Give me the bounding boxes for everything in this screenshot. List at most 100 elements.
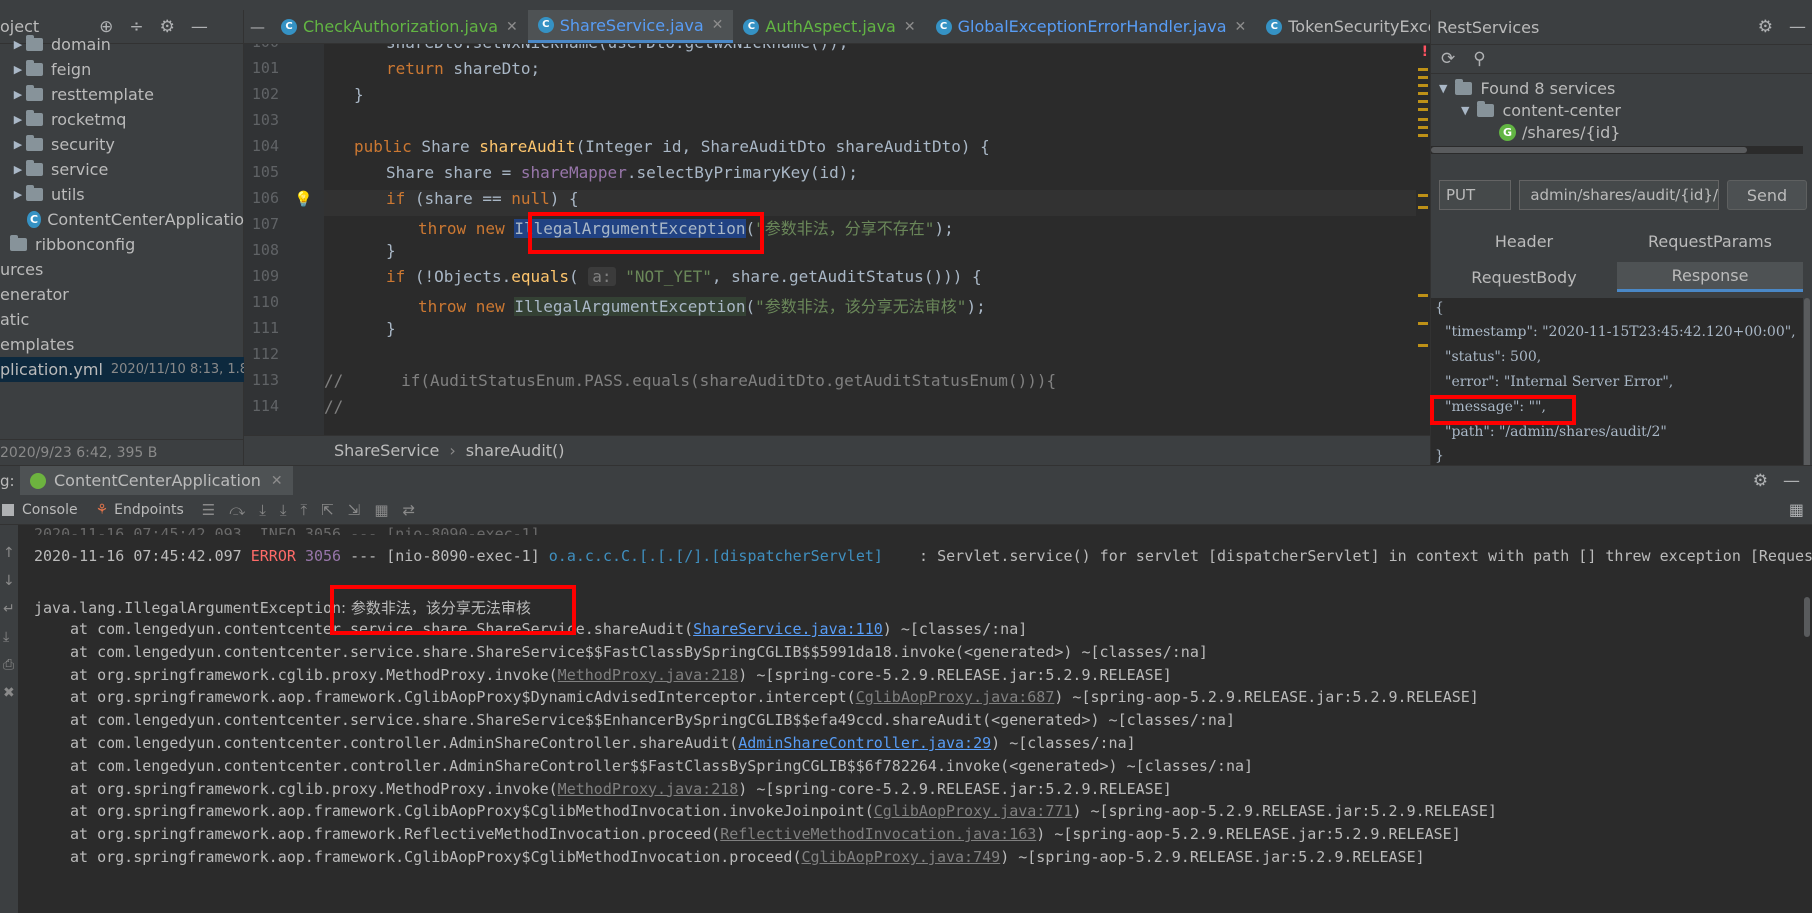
stripe-marker[interactable] bbox=[1418, 100, 1428, 103]
tab-tokensecurityexception[interactable]: CTokenSecurityException.java✕ bbox=[1256, 10, 1430, 43]
stripe-marker[interactable] bbox=[1418, 206, 1428, 209]
scroll-down-icon[interactable]: ⤓ bbox=[259, 501, 266, 519]
search-icon[interactable]: ⚲ bbox=[1473, 49, 1485, 69]
chevron-right-icon[interactable]: ▶ bbox=[10, 163, 26, 176]
source-link[interactable]: CglibAopProxy.java:687 bbox=[856, 688, 1055, 706]
url-input[interactable]: /admin/shares/audit/{id} bbox=[1519, 180, 1719, 210]
run-config-tab[interactable]: ContentCenterApplication ✕ bbox=[20, 465, 293, 496]
refresh-icon[interactable]: ⟳ bbox=[1441, 49, 1455, 69]
stripe-marker[interactable] bbox=[1418, 68, 1428, 71]
upload-icon[interactable]: ⤒ bbox=[301, 501, 308, 519]
stripe-marker[interactable] bbox=[1418, 108, 1428, 111]
print-icon[interactable]: ⎙ bbox=[3, 657, 14, 673]
source-link[interactable]: AdminShareController.java:29 bbox=[738, 734, 991, 752]
endpoints-tab[interactable]: ⚘ Endpoints bbox=[96, 502, 184, 518]
tree-item[interactable]: ribbonconfig bbox=[0, 232, 244, 257]
chevron-right-icon[interactable]: ▶ bbox=[10, 113, 26, 126]
error-stripe[interactable]: ! bbox=[1416, 44, 1430, 435]
wrap-icon[interactable]: ↵ bbox=[3, 601, 15, 617]
gear-icon[interactable]: ⚙ bbox=[1753, 471, 1768, 491]
tab-authaspect[interactable]: C AuthAspect.java ✕ bbox=[733, 10, 925, 43]
source-link[interactable]: ReflectiveMethodInvocation.java:163 bbox=[720, 825, 1036, 843]
table-icon[interactable]: ▦ bbox=[374, 501, 388, 519]
tree-item[interactable]: enerator bbox=[0, 282, 244, 307]
gear-icon[interactable]: ⚙ bbox=[1758, 17, 1773, 37]
stripe-marker[interactable] bbox=[1418, 126, 1428, 129]
chevron-down-icon[interactable]: ▼ bbox=[1461, 104, 1469, 117]
service-module[interactable]: ▼ content-center bbox=[1461, 98, 1621, 122]
close-icon[interactable]: ✕ bbox=[1235, 19, 1247, 35]
tree-item[interactable]: ▶ service bbox=[0, 157, 244, 182]
source-link[interactable]: MethodProxy.java:218 bbox=[558, 780, 739, 798]
stripe-marker[interactable] bbox=[1418, 194, 1428, 197]
download-icon[interactable]: ⤓ bbox=[280, 501, 287, 519]
console-scrollbar[interactable] bbox=[1804, 597, 1810, 637]
tab-header[interactable]: Header bbox=[1431, 226, 1617, 256]
stripe-marker[interactable] bbox=[1418, 92, 1428, 95]
chevron-down-icon[interactable]: ▼ bbox=[1439, 82, 1447, 95]
tab-request-params[interactable]: RequestParams bbox=[1617, 226, 1803, 256]
trash-icon[interactable]: ✖ bbox=[3, 685, 15, 701]
console-tab[interactable]: Console bbox=[2, 502, 78, 518]
tree-item[interactable]: ▶ feign bbox=[0, 57, 244, 82]
stripe-marker[interactable] bbox=[1418, 84, 1428, 87]
close-icon[interactable]: ✕ bbox=[271, 473, 283, 489]
services-root[interactable]: ▼ Found 8 services bbox=[1439, 76, 1615, 100]
exit-icon[interactable]: ⇱ bbox=[321, 501, 334, 519]
tree-item[interactable]: urces bbox=[0, 257, 244, 282]
up-icon[interactable]: ↑ bbox=[3, 545, 15, 561]
source-link[interactable]: CglibAopProxy.java:749 bbox=[802, 848, 1001, 866]
stripe-marker[interactable] bbox=[1418, 134, 1428, 137]
layout-icon[interactable]: ▦ bbox=[1789, 500, 1804, 519]
service-endpoint[interactable]: G /shares/{id} bbox=[1499, 120, 1620, 144]
tree-item[interactable]: atic bbox=[0, 307, 244, 332]
stripe-marker[interactable] bbox=[1418, 294, 1428, 297]
restore-layout-icon[interactable]: ⤼ bbox=[229, 501, 245, 519]
tree-item[interactable]: ▶ domain bbox=[0, 32, 244, 57]
http-method-select[interactable]: PUT bbox=[1439, 180, 1511, 210]
close-icon[interactable]: ✕ bbox=[904, 19, 916, 35]
down-icon[interactable]: ↓ bbox=[3, 573, 15, 589]
hide-icon[interactable]: — bbox=[244, 10, 271, 43]
code-editor[interactable]: 100 101 102 103 104 105 106 107 108 109 110 111 112 1… bbox=[244, 44, 1430, 435]
tree-item[interactable]: ▶ utils bbox=[0, 182, 244, 207]
stripe-marker[interactable] bbox=[1418, 344, 1428, 347]
tree-item[interactable]: ▶ rocketmq bbox=[0, 107, 244, 132]
filter-icon[interactable]: ⇲ bbox=[348, 501, 361, 519]
source-link[interactable]: MethodProxy.java:218 bbox=[558, 666, 739, 684]
chevron-right-icon[interactable]: ▶ bbox=[10, 63, 26, 76]
close-icon[interactable]: ✕ bbox=[712, 17, 724, 33]
tab-response[interactable]: Response bbox=[1617, 262, 1803, 292]
horizontal-scrollbar[interactable] bbox=[1431, 146, 1803, 154]
source-link[interactable]: CglibAopProxy.java:771 bbox=[874, 802, 1073, 820]
source-link[interactable]: ShareService.java:110 bbox=[693, 620, 883, 638]
tab-checkauthorization[interactable]: C CheckAuthorization.java ✕ bbox=[271, 10, 528, 43]
scroll-end-icon[interactable]: ⤓ bbox=[3, 629, 9, 645]
chevron-right-icon[interactable]: ▶ bbox=[10, 38, 26, 51]
split-icon[interactable]: ⇄ bbox=[403, 501, 416, 519]
stripe-marker[interactable] bbox=[1418, 118, 1428, 121]
stripe-marker[interactable] bbox=[1418, 76, 1428, 79]
tree-item[interactable]: ▶ resttemplate bbox=[0, 82, 244, 107]
tab-request-body[interactable]: RequestBody bbox=[1431, 262, 1617, 292]
lightbulb-icon[interactable]: 💡 bbox=[294, 190, 313, 208]
tree-item[interactable]: emplates bbox=[0, 332, 244, 357]
send-button[interactable]: Send bbox=[1727, 180, 1807, 210]
tree-item[interactable]: C ContentCenterApplicatio bbox=[0, 207, 244, 232]
hide-icon[interactable]: — bbox=[1789, 17, 1806, 37]
tab-globalexceptionerrorhandler[interactable]: C GlobalExceptionErrorHandler.java ✕ bbox=[926, 10, 1257, 43]
tree-item[interactable]: plication.yml 2020/11/10 8:13, 1.8 bbox=[0, 357, 248, 382]
vertical-scrollbar[interactable] bbox=[1804, 298, 1810, 468]
close-icon[interactable]: ✕ bbox=[506, 19, 518, 35]
breadcrumb-class[interactable]: ShareService bbox=[334, 441, 439, 460]
response-body[interactable]: { "timestamp": "2020-11-15T23:45:42.120+… bbox=[1431, 298, 1803, 465]
console-output[interactable]: ↑ ↓ ↵ ⤓ ⎙ ✖ 2020-11-16 07:45:42.093 INFO… bbox=[0, 525, 1812, 913]
stripe-marker[interactable] bbox=[1418, 322, 1428, 325]
breadcrumb-method[interactable]: shareAudit() bbox=[466, 441, 565, 460]
tree-item[interactable]: ▶ security bbox=[0, 132, 244, 157]
tab-shareservice[interactable]: C ShareService.java ✕ bbox=[527, 10, 734, 43]
chevron-right-icon[interactable]: ▶ bbox=[10, 138, 26, 151]
chevron-right-icon[interactable]: ▶ bbox=[10, 188, 26, 201]
hide-icon[interactable]: — bbox=[1783, 471, 1800, 491]
chevron-right-icon[interactable]: ▶ bbox=[10, 88, 26, 101]
